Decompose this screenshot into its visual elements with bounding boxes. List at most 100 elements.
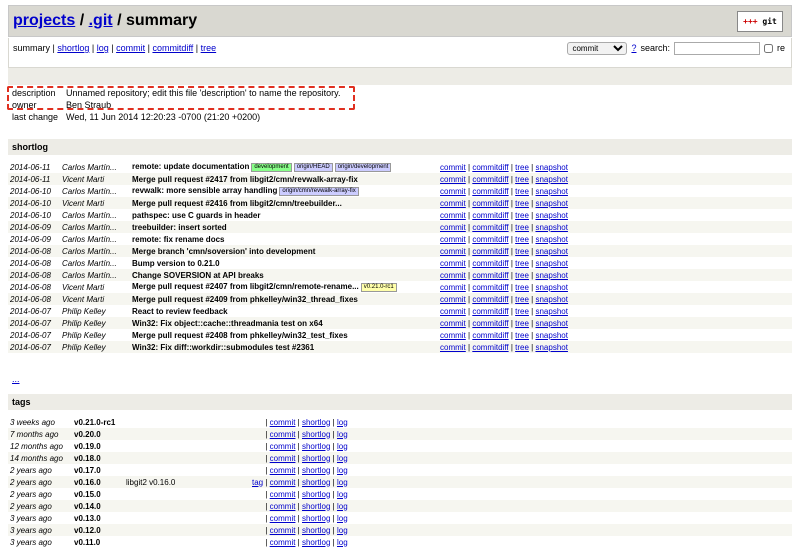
tag-name-link[interactable]: v0.18.0 [74,454,101,463]
commitdiff-link[interactable]: commitdiff [472,223,508,232]
commit-link[interactable]: commit [440,211,466,220]
commit-link[interactable]: commit [440,223,466,232]
commitdiff-link[interactable]: commitdiff [472,187,508,196]
shortlog-row[interactable]: 2014-06-08 Vicent Marti Merge pull request… [8,281,792,293]
commit-link[interactable]: commit [440,307,466,316]
tree-link[interactable]: tree [515,331,529,340]
shortlog-row[interactable]: 2014-06-08 Carlos Martín... Merge branch '… [8,245,792,257]
commitdiff-link[interactable]: commitdiff [472,211,508,220]
commit-link[interactable]: commit [270,490,296,499]
commitdiff-link[interactable]: commitdiff [472,307,508,316]
shortlog-row[interactable]: 2014-06-08 Carlos Martín... Change SOVERSI… [8,269,792,281]
tag-row[interactable]: 12 months ago v0.19.0 | commit | shortlog… [8,440,792,452]
commit-link[interactable]: commit [440,259,466,268]
tree-link[interactable]: tree [515,259,529,268]
log-link[interactable]: log [337,466,348,475]
log-link[interactable]: log [337,502,348,511]
shortlog-row[interactable]: 2014-06-07 Philip Kelley React to review f… [8,305,792,317]
log-link[interactable]: log [337,442,348,451]
commit-link[interactable]: commit [270,466,296,475]
snapshot-link[interactable]: snapshot [535,259,567,268]
commit-subject-link[interactable]: Merge branch 'cmn/soversion' into develo… [132,247,315,256]
tag-row[interactable]: 2 years ago v0.17.0 | commit | shortlog |… [8,464,792,476]
snapshot-link[interactable]: snapshot [535,307,567,316]
commit-subject-link[interactable]: React to review feedback [132,307,228,316]
nav-item-shortlog[interactable]: shortlog [57,43,89,53]
shortlog-row[interactable]: 2014-06-11 Vicent Marti Merge pull request… [8,173,792,185]
log-link[interactable]: log [337,478,348,487]
tag-name-link[interactable]: v0.11.0 [74,538,100,547]
tag-name-link[interactable]: v0.19.0 [74,442,101,451]
tag-name-link[interactable]: v0.14.0 [74,502,101,511]
commit-link[interactable]: commit [270,430,296,439]
snapshot-link[interactable]: snapshot [535,235,567,244]
commit-subject-link[interactable]: Merge pull request #2417 from libgit2/cm… [132,175,358,184]
shortlog-link[interactable]: shortlog [302,526,330,535]
snapshot-link[interactable]: snapshot [535,247,567,256]
shortlog-link[interactable]: shortlog [302,466,330,475]
breadcrumb-git-link[interactable]: .git [89,12,113,29]
shortlog-row[interactable]: 2014-06-10 Vicent Marti Merge pull request… [8,197,792,209]
log-link[interactable]: log [337,430,348,439]
tree-link[interactable]: tree [515,235,529,244]
tree-link[interactable]: tree [515,199,529,208]
commit-link[interactable]: commit [440,175,466,184]
tag-row[interactable]: 3 years ago v0.12.0 | commit | shortlog |… [8,524,792,536]
tag-row[interactable]: 2 years ago v0.14.0 | commit | shortlog |… [8,500,792,512]
tree-link[interactable]: tree [515,319,529,328]
tag-link[interactable]: tag [252,478,263,487]
commit-link[interactable]: commit [440,187,466,196]
commit-subject-link[interactable]: Win32: Fix diff::workdir::submodules tes… [132,343,314,352]
log-link[interactable]: log [337,490,348,499]
commitdiff-link[interactable]: commitdiff [472,331,508,340]
snapshot-link[interactable]: snapshot [535,271,567,280]
commit-subject-link[interactable]: revwalk: more sensible array handling [132,186,277,195]
commit-link[interactable]: commit [270,526,296,535]
shortlog-row[interactable]: 2014-06-10 Carlos Martín... revwalk: more … [8,185,792,197]
snapshot-link[interactable]: snapshot [535,199,567,208]
ref-badge[interactable]: v0.21.0-rc1 [360,282,397,292]
commit-link[interactable]: commit [440,343,466,352]
tree-link[interactable]: tree [515,343,529,352]
commitdiff-link[interactable]: commitdiff [472,319,508,328]
shortlog-link[interactable]: shortlog [302,490,330,499]
ref-badge[interactable]: origin/cmn/revwalk-array-fix [279,186,359,196]
commit-subject-link[interactable]: Change SOVERSION at API breaks [132,271,264,280]
log-link[interactable]: log [337,454,348,463]
log-link[interactable]: log [337,526,348,535]
shortlog-row[interactable]: 2014-06-07 Philip Kelley Merge pull reques… [8,329,792,341]
commit-subject-link[interactable]: remote: update documentation [132,162,249,171]
tree-link[interactable]: tree [515,163,529,172]
snapshot-link[interactable]: snapshot [535,163,567,172]
tree-link[interactable]: tree [515,247,529,256]
shortlog-more-link[interactable]: ... [12,374,20,384]
shortlog-row[interactable]: 2014-06-08 Vicent Marti Merge pull request… [8,293,792,305]
commit-link[interactable]: commit [440,283,466,292]
tag-name-link[interactable]: v0.21.0-rc1 [74,418,115,427]
commit-link[interactable]: commit [440,235,466,244]
shortlog-link[interactable]: shortlog [302,502,330,511]
log-link[interactable]: log [337,418,348,427]
nav-item-tree[interactable]: tree [201,43,217,53]
commit-subject-link[interactable]: remote: fix rename docs [132,235,224,244]
tag-name-link[interactable]: v0.20.0 [74,430,101,439]
commit-subject-link[interactable]: treebuilder: insert sorted [132,223,227,232]
commitdiff-link[interactable]: commitdiff [472,343,508,352]
ref-badge[interactable]: origin/development [334,162,392,172]
search-help-link[interactable]: ? [631,43,636,53]
shortlog-link[interactable]: shortlog [302,538,330,547]
tree-link[interactable]: tree [515,283,529,292]
commit-link[interactable]: commit [270,442,296,451]
tag-row[interactable]: 3 years ago v0.11.0 | commit | shortlog |… [8,536,792,548]
nav-item-commitdiff[interactable]: commitdiff [152,43,193,53]
tag-name-link[interactable]: v0.15.0 [74,490,101,499]
commit-link[interactable]: commit [440,271,466,280]
commitdiff-link[interactable]: commitdiff [472,235,508,244]
commitdiff-link[interactable]: commitdiff [472,163,508,172]
tag-row[interactable]: 2 years ago v0.16.0 libgit2 v0.16.0 tag | c… [8,476,792,488]
commitdiff-link[interactable]: commitdiff [472,283,508,292]
tag-row[interactable]: 7 months ago v0.20.0 | commit | shortlog … [8,428,792,440]
commit-link[interactable]: commit [270,502,296,511]
snapshot-link[interactable]: snapshot [535,175,567,184]
snapshot-link[interactable]: snapshot [535,187,567,196]
